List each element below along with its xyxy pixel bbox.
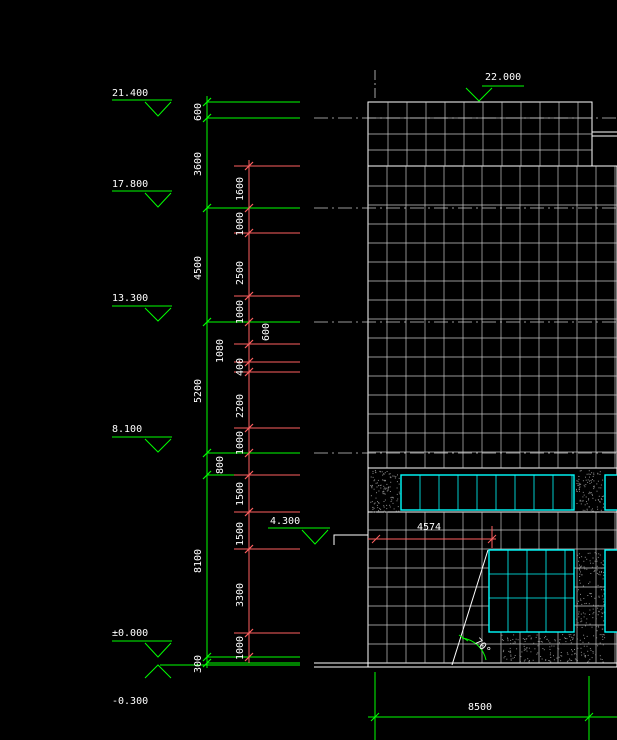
elev-13300: 13.300 bbox=[112, 293, 148, 304]
dim-2500: 2500 bbox=[235, 261, 246, 285]
dim-4574: 4574 bbox=[417, 522, 441, 533]
angle-label: 70° bbox=[472, 636, 493, 657]
elevation-labels: 21.400 17.800 13.300 8.100 4.300 ±0.000 … bbox=[112, 72, 521, 707]
outer-dim-texts: 600 3600 4500 5200 800 8100 300 bbox=[193, 103, 226, 673]
dim-1500-b: 1500 bbox=[235, 522, 246, 546]
elev-minus-0300: -0.300 bbox=[112, 696, 148, 707]
drawing-svg: 70° 600 3600 4500 5200 800 8100 300 1600… bbox=[112, 70, 617, 740]
dim-1000-b: 1000 bbox=[235, 300, 246, 324]
curtain-glass bbox=[400, 474, 617, 633]
elev-8100: 8.100 bbox=[112, 424, 142, 435]
dim-400: 400 bbox=[235, 358, 246, 376]
cad-elevation-drawing: 70° 600 3600 4500 5200 800 8100 300 1600… bbox=[0, 0, 617, 740]
dim-3300: 3300 bbox=[235, 583, 246, 607]
entrance-step bbox=[333, 534, 368, 545]
dim-1600: 1600 bbox=[235, 177, 246, 201]
outer-dim-chain bbox=[160, 96, 300, 668]
glass-upper-left bbox=[400, 474, 575, 511]
glass-lower-right bbox=[604, 549, 617, 633]
dim-4500: 4500 bbox=[193, 256, 204, 280]
dim-8500: 8500 bbox=[468, 702, 492, 713]
dim-1000-d: 1000 bbox=[235, 636, 246, 660]
elev-22000: 22.000 bbox=[485, 72, 521, 83]
elev-0000: ±0.000 bbox=[112, 628, 148, 639]
dim-3600: 3600 bbox=[193, 152, 204, 176]
elevation-markers bbox=[112, 85, 524, 679]
glass-lower-left bbox=[488, 549, 575, 633]
main-tower bbox=[367, 165, 617, 469]
inner-dim-texts: 1600 1000 2500 1000 400 2200 1000 1500 1… bbox=[215, 177, 272, 660]
dim-1500-a: 1500 bbox=[235, 482, 246, 506]
elev-21400: 21.400 bbox=[112, 88, 148, 99]
dim-2200: 2200 bbox=[235, 394, 246, 418]
elev-4300: 4.300 bbox=[270, 516, 300, 527]
glass-upper-right bbox=[604, 474, 617, 511]
dim-1000-c: 1000 bbox=[235, 431, 246, 455]
dim-300: 300 bbox=[193, 655, 204, 673]
dim-600-b: 600 bbox=[261, 323, 272, 341]
dim-8100: 8100 bbox=[193, 549, 204, 573]
dim-8500-line bbox=[368, 672, 617, 740]
dim-800: 800 bbox=[215, 456, 226, 474]
dim-1000-a: 1000 bbox=[235, 212, 246, 236]
dim-5200: 5200 bbox=[193, 379, 204, 403]
dim-600: 600 bbox=[193, 103, 204, 121]
center-lines bbox=[314, 117, 617, 454]
dim-1080: 1080 bbox=[215, 339, 226, 363]
elev-17800: 17.800 bbox=[112, 179, 148, 190]
